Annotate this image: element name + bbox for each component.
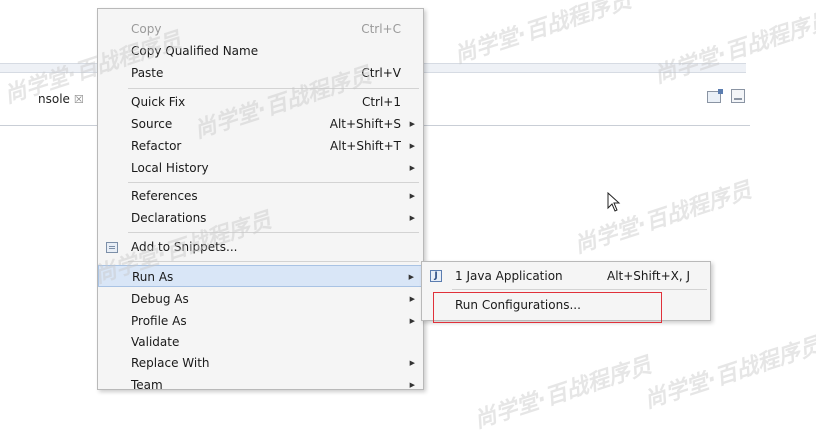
- menu-item-refactor[interactable]: Refactor Alt+Shift+T ▶: [98, 135, 423, 157]
- highlight-annotation-box: [433, 292, 662, 323]
- submenu-arrow-icon: ▶: [409, 295, 415, 303]
- menu-item-label: Debug As: [131, 292, 189, 306]
- menu-item-label: References: [131, 189, 198, 203]
- menu-item-debug-as[interactable]: Debug As ▶: [98, 288, 423, 310]
- submenu-arrow-icon: ▶: [409, 317, 415, 325]
- submenu-arrow-icon: ▶: [409, 142, 415, 150]
- menu-item-local-history[interactable]: Local History ▶: [98, 157, 423, 179]
- watermark: 尚学堂·百战程序员: [641, 333, 816, 414]
- menu-separator: [128, 88, 419, 89]
- submenu-arrow-icon: ▶: [409, 214, 415, 222]
- menu-item-label: Copy Qualified Name: [131, 44, 259, 58]
- submenu-arrow-icon: ▶: [409, 164, 415, 172]
- menu-item-label: Local History: [131, 161, 209, 175]
- console-view-tab[interactable]: nsole ☒: [38, 92, 84, 106]
- menu-item-validate[interactable]: Validate: [98, 331, 423, 353]
- menu-item-source[interactable]: Source Alt+Shift+S ▶: [98, 113, 423, 135]
- menu-item-label: Source: [131, 117, 173, 131]
- menu-separator: [128, 182, 419, 183]
- submenu-arrow-icon: ▶: [409, 381, 415, 389]
- menu-item-java-application[interactable]: J 1 Java Application Alt+Shift+X, J: [422, 265, 710, 287]
- watermark: 尚学堂·百战程序员: [471, 353, 655, 434]
- menu-item-paste[interactable]: Paste Ctrl+V: [98, 62, 423, 84]
- submenu-arrow-icon: ▶: [409, 120, 415, 128]
- console-tab-label: nsole: [38, 92, 70, 106]
- menu-item-shortcut: Alt+Shift+S: [329, 117, 401, 131]
- mouse-pointer-icon: [607, 192, 621, 212]
- menu-item-label: Profile As: [131, 314, 187, 328]
- watermark: 尚学堂·百战程序员: [651, 8, 816, 89]
- watermark: 尚学堂·百战程序员: [571, 178, 755, 259]
- menu-item-run-as[interactable]: Run As ▶: [98, 265, 423, 287]
- menu-item-label: Copy: [131, 22, 162, 36]
- menu-item-label: Refactor: [131, 139, 182, 153]
- menu-item-shortcut: Ctrl+C: [361, 22, 401, 36]
- display-console-icon[interactable]: [731, 89, 745, 103]
- menu-item-copy[interactable]: Copy Ctrl+C: [98, 18, 423, 40]
- java-app-icon: J: [430, 270, 442, 282]
- menu-item-references[interactable]: References ▶: [98, 185, 423, 207]
- menu-item-label: Replace With: [131, 356, 210, 370]
- menu-item-label: Declarations: [131, 211, 207, 225]
- menu-item-shortcut: Alt+Shift+T: [330, 139, 401, 153]
- menu-item-team[interactable]: Team ▶: [98, 374, 423, 390]
- menu-separator: [128, 261, 419, 262]
- submenu-arrow-icon: ▶: [409, 192, 415, 200]
- menu-item-label: Add to Snippets...: [131, 240, 238, 254]
- menu-item-label: 1 Java Application: [455, 269, 563, 283]
- menu-item-shortcut: Alt+Shift+X, J: [607, 269, 691, 283]
- menu-item-label: Paste: [131, 66, 164, 80]
- menu-item-replace-with[interactable]: Replace With ▶: [98, 352, 423, 374]
- menu-separator: [128, 232, 419, 233]
- menu-item-label: Quick Fix: [131, 95, 186, 109]
- submenu-arrow-icon: ▶: [408, 273, 414, 281]
- pin-console-icon[interactable]: [707, 89, 723, 103]
- menu-separator: [452, 289, 707, 290]
- snippet-icon: [106, 242, 118, 253]
- context-menu: Copy Ctrl+C Copy Qualified Name Paste Ct…: [97, 8, 424, 390]
- menu-item-label: Team: [131, 378, 163, 390]
- menu-item-quick-fix[interactable]: Quick Fix Ctrl+1: [98, 91, 423, 113]
- menu-item-copy-qualified-name[interactable]: Copy Qualified Name: [98, 40, 423, 62]
- menu-item-profile-as[interactable]: Profile As ▶: [98, 310, 423, 332]
- menu-item-label: Validate: [131, 335, 180, 349]
- menu-item-label: Run As: [132, 270, 174, 284]
- menu-item-shortcut: Ctrl+1: [361, 95, 401, 109]
- close-icon[interactable]: ☒: [74, 93, 84, 106]
- view-divider: [0, 125, 100, 126]
- menu-item-add-to-snippets[interactable]: Add to Snippets...: [98, 236, 423, 258]
- view-divider: [420, 125, 750, 126]
- submenu-arrow-icon: ▶: [409, 359, 415, 367]
- menu-item-declarations[interactable]: Declarations ▶: [98, 207, 423, 229]
- watermark: 尚学堂·百战程序员: [451, 0, 635, 69]
- menu-item-shortcut: Ctrl+V: [361, 66, 401, 80]
